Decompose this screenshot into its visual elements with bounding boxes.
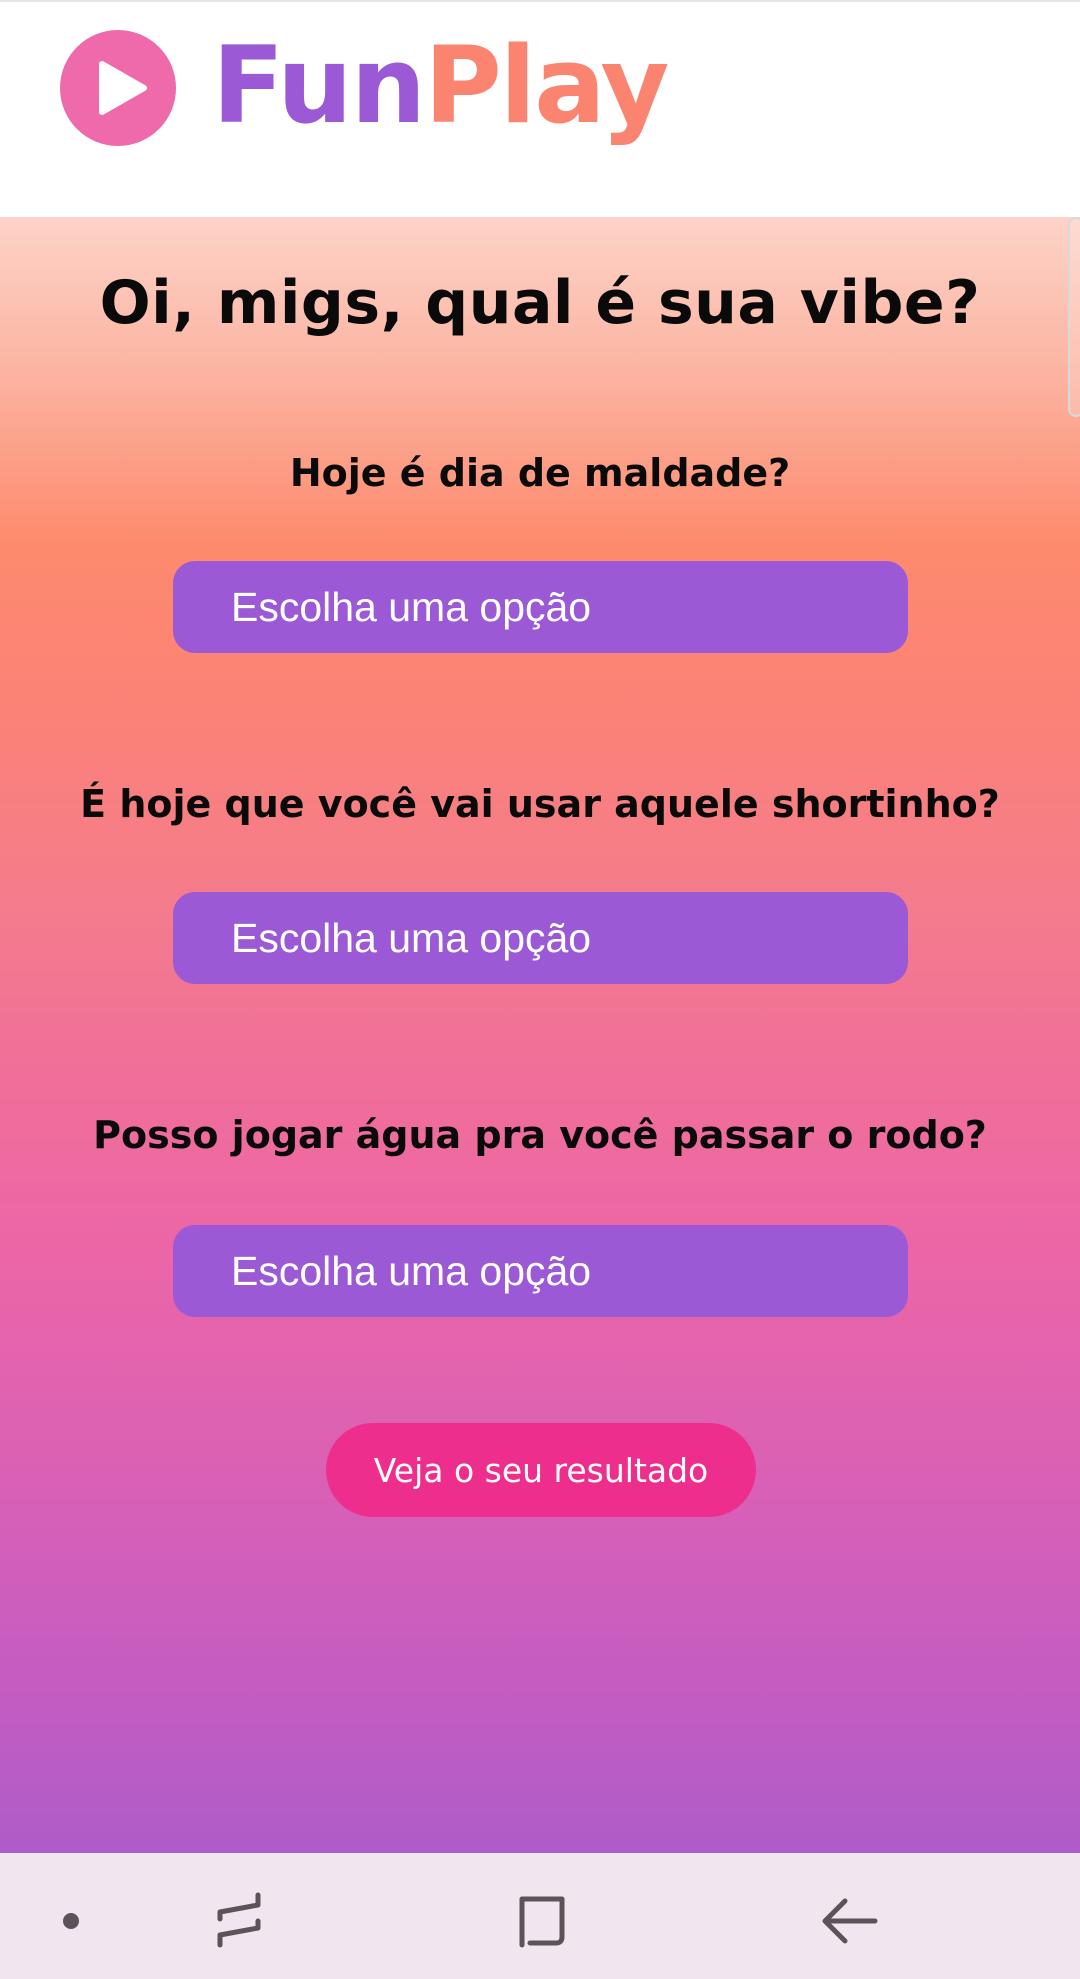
question-2-select[interactable]: Escolha uma opção — [173, 892, 908, 984]
page-title: Oi, migs, qual é sua vibe? — [99, 268, 981, 338]
recent-apps-icon[interactable] — [200, 1881, 280, 1961]
question-1-select[interactable]: Escolha uma opção — [173, 561, 908, 653]
question-1-label: Hoje é dia de maldade? — [289, 451, 791, 495]
question-2-label: É hoje que você vai usar aquele shortinh… — [80, 782, 1000, 826]
dot-icon[interactable] — [31, 1881, 111, 1961]
home-icon[interactable] — [502, 1881, 582, 1961]
logo-text-fun: Fun — [212, 24, 426, 147]
app-logo[interactable]: FunPlay — [212, 16, 669, 156]
question-3-select[interactable]: Escolha uma opção — [173, 1225, 908, 1317]
app-header: FunPlay — [0, 0, 1080, 217]
back-icon[interactable] — [805, 1881, 885, 1961]
play-icon — [60, 30, 176, 146]
system-navigation-bar — [0, 1853, 1080, 1979]
logo-text-play: Play — [424, 24, 669, 147]
question-3-label: Posso jogar água pra você passar o rodo? — [93, 1113, 987, 1157]
see-result-button[interactable]: Veja o seu resultado — [326, 1423, 756, 1517]
